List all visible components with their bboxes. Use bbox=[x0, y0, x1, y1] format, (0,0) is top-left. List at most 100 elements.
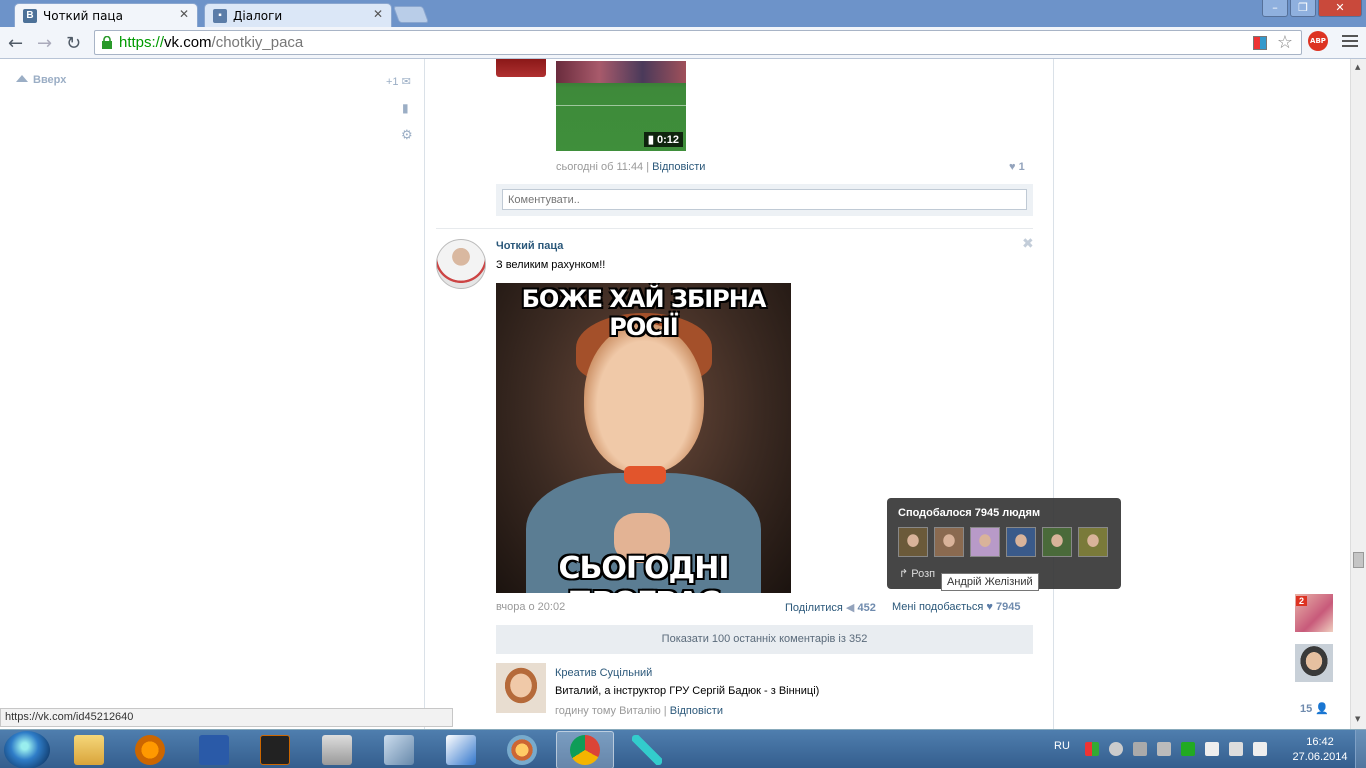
tab-close-icon[interactable]: ✕ bbox=[373, 7, 383, 21]
page-scrollbar[interactable]: ▲ ▼ bbox=[1350, 59, 1366, 729]
network-icon[interactable] bbox=[446, 735, 476, 765]
likes-popup-title[interactable]: Сподобалося 7945 людям bbox=[898, 507, 1040, 519]
like-button[interactable]: ♥ 1 bbox=[1009, 161, 1025, 173]
scroll-up-arrow-icon[interactable]: ▲ bbox=[1355, 63, 1360, 71]
chat-bubble-icon[interactable]: ▮ bbox=[402, 101, 409, 115]
pickaxe-icon[interactable] bbox=[632, 735, 662, 765]
person-icon: 👤 bbox=[1315, 703, 1330, 715]
post-meta: сьогодні об 11:44 | Відповісти bbox=[556, 161, 706, 173]
chat-bubble-icon: ▪ bbox=[213, 8, 227, 23]
video-duration: ▮ 0:12 bbox=[643, 132, 683, 147]
minimize-button[interactable]: – bbox=[1262, 0, 1288, 17]
share-arrow-icon: ↱ bbox=[899, 568, 909, 580]
meme-caption-top: БОЖЕ ХАЙ ЗБІРНА РОСІЇ bbox=[521, 285, 767, 341]
explorer-icon[interactable] bbox=[74, 735, 104, 765]
author-avatar[interactable] bbox=[436, 239, 486, 289]
url-text: https://vk.com/chotkiy_paca bbox=[119, 34, 304, 51]
heart-icon: ♥ bbox=[986, 601, 993, 613]
forward-arrow-icon[interactable]: → bbox=[37, 33, 52, 54]
extension-icon[interactable] bbox=[1253, 36, 1267, 50]
system-clock[interactable]: 16:42 27.06.2014 bbox=[1290, 735, 1350, 765]
tray-app-icon[interactable] bbox=[1085, 742, 1099, 756]
tray-app-icon[interactable] bbox=[1157, 742, 1171, 756]
flag-icon[interactable] bbox=[1205, 742, 1219, 756]
calculator-icon[interactable] bbox=[322, 735, 352, 765]
browser-toolbar: ← → ↻ https://vk.com/chotkiy_paca ☆ bbox=[0, 27, 1366, 59]
notification-icon[interactable] bbox=[1109, 742, 1123, 756]
tab-vk-page[interactable]: В Чоткий паца ✕ bbox=[14, 3, 198, 27]
liker-avatar[interactable] bbox=[1006, 527, 1036, 557]
adblock-icon[interactable]: ABP bbox=[1308, 31, 1328, 51]
tab-label: Чоткий паца bbox=[43, 8, 123, 23]
reload-icon[interactable]: ↻ bbox=[66, 33, 81, 54]
windows-taskbar: RU 16:42 27.06.2014 bbox=[0, 729, 1366, 768]
scanner-icon[interactable] bbox=[384, 735, 414, 765]
network-status-icon[interactable] bbox=[1229, 742, 1243, 756]
liker-avatar[interactable] bbox=[970, 527, 1000, 557]
post-time[interactable]: вчора о 20:02 bbox=[496, 601, 565, 613]
wall-feed: ▮ 0:12 сьогодні об 11:44 | Відповісти ♥ … bbox=[426, 59, 1054, 729]
status-bar-url: https://vk.com/id45212640 bbox=[0, 708, 453, 727]
comment-meta: годину тому Виталію | Відповісти bbox=[555, 705, 723, 717]
address-bar[interactable]: https://vk.com/chotkiy_paca ☆ bbox=[94, 30, 1302, 55]
restore-button[interactable]: ❐ bbox=[1290, 0, 1316, 17]
delete-post-icon[interactable]: ✖ bbox=[1022, 236, 1034, 252]
tab-dialogs[interactable]: ▪ Діалоги ✕ bbox=[204, 3, 392, 27]
clock-date: 27.06.2014 bbox=[1292, 751, 1348, 763]
megaphone-icon: ◀ bbox=[845, 602, 855, 614]
post-image[interactable]: БОЖЕ ХАЙ ЗБІРНА РОСІЇ СЬОГОДНІ ПРОГРАЄ bbox=[496, 283, 791, 593]
clock-time: 16:42 bbox=[1306, 736, 1334, 748]
window-titlebar: В Чоткий паца ✕ ▪ Діалоги ✕ – ❐ ✕ bbox=[0, 0, 1366, 27]
chat-avatar[interactable] bbox=[1295, 644, 1333, 682]
share-button[interactable]: Поділитися ◀ 452 bbox=[785, 601, 876, 614]
post-time[interactable]: сьогодні об 11:44 bbox=[556, 161, 643, 173]
nvidia-icon[interactable] bbox=[1181, 742, 1195, 756]
new-mail-indicator[interactable]: +1 ✉ bbox=[386, 75, 411, 88]
video-thumbnail[interactable]: ▮ 0:12 bbox=[556, 61, 686, 151]
reply-link[interactable]: Відповісти bbox=[670, 705, 723, 717]
half-life-icon[interactable] bbox=[260, 735, 290, 765]
comment-author[interactable]: Креатив Суцільний bbox=[555, 667, 652, 679]
divider bbox=[436, 228, 1033, 229]
liker-avatar[interactable] bbox=[934, 527, 964, 557]
tray-app-icon[interactable] bbox=[1133, 742, 1147, 756]
post-author[interactable]: Чоткий паца bbox=[496, 240, 563, 252]
scrollbar-thumb[interactable] bbox=[1353, 552, 1364, 568]
show-comments-button[interactable]: Показати 100 останніх коментарів із 352 bbox=[496, 625, 1033, 654]
up-arrow-icon bbox=[16, 75, 28, 82]
user-tooltip: Андрій Желізний bbox=[941, 573, 1039, 591]
comment-text: Виталий, а інструктор ГРУ Сергій Бадюк -… bbox=[555, 685, 820, 697]
comment-avatar[interactable] bbox=[496, 663, 546, 713]
comment-time[interactable]: годину тому Виталію bbox=[555, 705, 661, 717]
new-tab-button[interactable] bbox=[392, 6, 430, 23]
language-indicator[interactable]: RU bbox=[1054, 740, 1070, 752]
vk-favicon-icon: В bbox=[23, 8, 37, 23]
avatar[interactable] bbox=[496, 59, 546, 77]
media-player-icon[interactable] bbox=[135, 735, 165, 765]
unread-badge: 2 bbox=[1296, 596, 1308, 606]
close-window-button[interactable]: ✕ bbox=[1318, 0, 1362, 17]
volume-icon[interactable] bbox=[1253, 742, 1267, 756]
liker-avatar[interactable] bbox=[1078, 527, 1108, 557]
comment-input[interactable] bbox=[502, 189, 1027, 210]
reply-link[interactable]: Відповісти bbox=[652, 161, 705, 173]
friends-online[interactable]: 15 👤 bbox=[1300, 702, 1329, 715]
tab-label: Діалоги bbox=[233, 8, 283, 23]
scroll-up-button[interactable]: Вверх bbox=[16, 74, 66, 86]
chrome-icon[interactable] bbox=[570, 735, 600, 765]
tab-close-icon[interactable]: ✕ bbox=[179, 7, 189, 21]
liker-avatar[interactable] bbox=[898, 527, 928, 557]
gear-icon[interactable]: ⚙ bbox=[401, 127, 413, 143]
paint-icon[interactable] bbox=[507, 735, 537, 765]
start-button[interactable] bbox=[4, 731, 50, 768]
scroll-down-arrow-icon[interactable]: ▼ bbox=[1355, 715, 1360, 723]
back-arrow-icon[interactable]: ← bbox=[8, 33, 23, 54]
liker-avatar[interactable] bbox=[1042, 527, 1072, 557]
browser-menu-icon[interactable] bbox=[1342, 35, 1358, 50]
like-button[interactable]: Мені подобається ♥ 7945 bbox=[892, 601, 1021, 613]
bookmark-star-icon[interactable]: ☆ bbox=[1277, 32, 1293, 53]
show-desktop-button[interactable] bbox=[1355, 730, 1366, 768]
word-icon[interactable] bbox=[199, 735, 229, 765]
share-link[interactable]: ↱ Розп bbox=[899, 567, 935, 580]
comment-box bbox=[496, 184, 1033, 216]
